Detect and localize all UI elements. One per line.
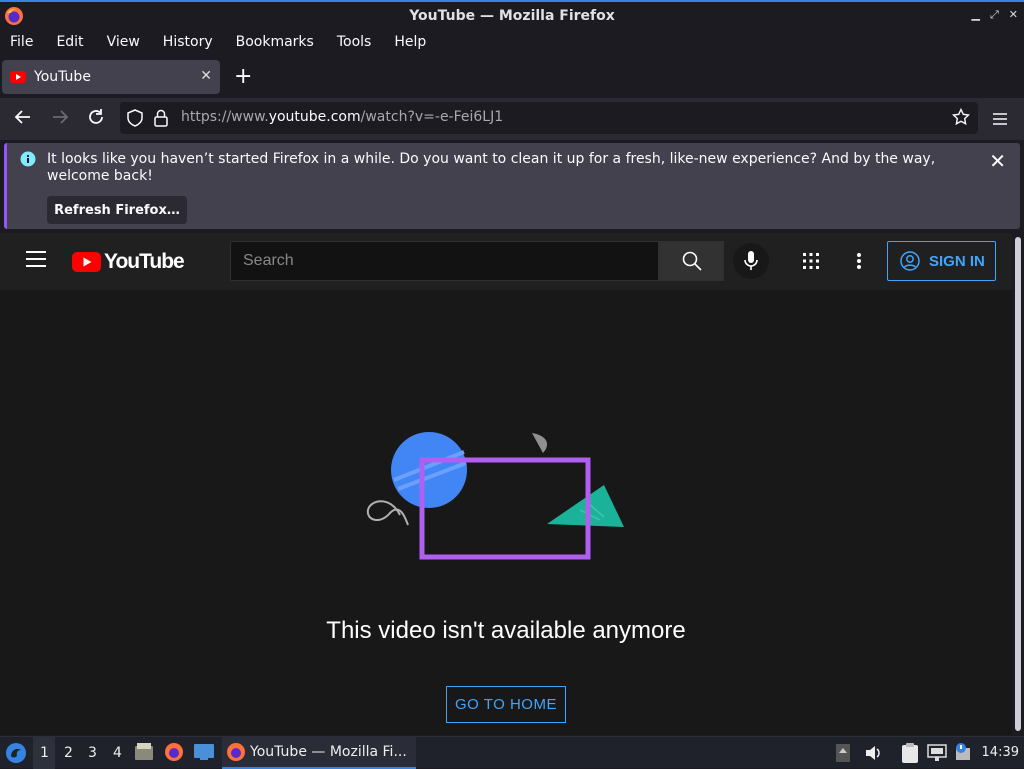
forward-button[interactable] bbox=[51, 108, 69, 131]
menu-edit[interactable]: Edit bbox=[56, 34, 83, 50]
tab-close-icon[interactable]: ✕ bbox=[200, 68, 212, 84]
menu-history[interactable]: History bbox=[163, 34, 213, 50]
url-prefix: https://www. bbox=[181, 109, 269, 125]
sign-in-label: SIGN IN bbox=[929, 252, 985, 270]
url-path: /watch?v=-e-Fei6LJ1 bbox=[360, 109, 504, 125]
search-button[interactable] bbox=[659, 241, 724, 281]
unavailable-message: This video isn't available anymore bbox=[326, 617, 686, 644]
search-icon bbox=[682, 251, 702, 271]
youtube-logo-icon bbox=[72, 252, 101, 272]
search-input[interactable] bbox=[231, 242, 658, 280]
desktop-icon[interactable] bbox=[193, 743, 215, 765]
microphone-icon bbox=[744, 251, 758, 270]
voice-search-button[interactable] bbox=[733, 243, 769, 279]
reload-button[interactable] bbox=[87, 108, 105, 131]
menu-tools[interactable]: Tools bbox=[337, 34, 372, 50]
account-icon bbox=[900, 251, 920, 271]
menu-bar: File Edit View History Bookmarks Tools H… bbox=[0, 30, 1024, 54]
youtube-favicon-icon bbox=[10, 68, 26, 87]
tab-strip: YouTube ✕ + bbox=[0, 56, 1024, 98]
go-to-home-button[interactable]: GO TO HOME bbox=[446, 686, 566, 723]
address-bar[interactable]: https://www.youtube.com/watch?v=-e-Fei6L… bbox=[120, 102, 978, 134]
file-manager-icon[interactable] bbox=[134, 742, 154, 766]
sign-in-button[interactable]: SIGN IN bbox=[887, 241, 996, 281]
firefox-launcher-icon[interactable] bbox=[164, 742, 184, 766]
lock-icon[interactable] bbox=[154, 109, 168, 131]
notification-message: It looks like you haven’t started Firefo… bbox=[47, 151, 936, 184]
workspace-3[interactable]: 3 bbox=[88, 745, 97, 761]
close-window-button[interactable]: ✕ bbox=[1009, 8, 1018, 22]
menu-bookmarks[interactable]: Bookmarks bbox=[236, 34, 314, 50]
update-notifier-icon[interactable] bbox=[953, 742, 973, 766]
info-icon bbox=[20, 151, 36, 171]
tab-youtube[interactable]: YouTube ✕ bbox=[2, 60, 220, 94]
start-menu-icon[interactable] bbox=[5, 742, 27, 768]
shield-icon[interactable] bbox=[127, 109, 143, 131]
app-menu-button[interactable] bbox=[992, 110, 1008, 131]
firefox-icon bbox=[4, 6, 24, 30]
network-icon[interactable] bbox=[927, 744, 947, 766]
clipboard-icon[interactable] bbox=[900, 742, 920, 768]
volume-icon[interactable] bbox=[864, 744, 882, 766]
refresh-firefox-button[interactable]: Refresh Firefox… bbox=[47, 196, 187, 224]
workspace-2[interactable]: 2 bbox=[64, 745, 73, 761]
window-title: YouTube — Mozilla Firefox bbox=[409, 8, 615, 24]
tray-scroll-icon[interactable] bbox=[835, 743, 851, 767]
new-tab-button[interactable]: + bbox=[234, 64, 252, 89]
url-text[interactable]: https://www.youtube.com/watch?v=-e-Fei6L… bbox=[181, 109, 503, 125]
clock: 14:39 bbox=[981, 745, 1019, 760]
guide-menu-icon[interactable] bbox=[26, 251, 46, 272]
menu-view[interactable]: View bbox=[107, 34, 140, 50]
more-options-icon[interactable] bbox=[856, 252, 862, 274]
taskbar-window-firefox[interactable]: YouTube — Mozilla Fi... bbox=[222, 737, 416, 769]
navigation-toolbar: https://www.youtube.com/watch?v=-e-Fei6L… bbox=[0, 98, 1024, 140]
youtube-header: YouTube SIGN IN bbox=[0, 233, 1012, 290]
workspace-4[interactable]: 4 bbox=[113, 745, 122, 761]
taskbar: 1 2 3 4 YouTube — Mozilla Fi... 14:39 bbox=[0, 736, 1024, 769]
workspace-1[interactable]: 1 bbox=[40, 745, 49, 761]
search-box bbox=[230, 241, 659, 281]
restore-button[interactable]: ⤢ bbox=[990, 8, 999, 22]
menu-file[interactable]: File bbox=[10, 34, 33, 50]
apps-grid-icon[interactable] bbox=[802, 252, 820, 274]
youtube-page: YouTube SIGN IN bbox=[0, 233, 1012, 735]
page-scrollbar[interactable] bbox=[1012, 233, 1024, 735]
youtube-logo-text: YouTube bbox=[104, 250, 185, 273]
unavailable-illustration bbox=[360, 425, 640, 579]
notification-bar: It looks like you haven’t started Firefo… bbox=[4, 143, 1020, 229]
taskbar-window-label: YouTube — Mozilla Fi... bbox=[250, 744, 407, 760]
url-host: youtube.com bbox=[268, 109, 361, 125]
tab-label: YouTube bbox=[34, 69, 91, 85]
firefox-window-icon bbox=[226, 742, 246, 762]
back-button[interactable] bbox=[14, 108, 32, 131]
close-notification-icon[interactable]: ✕ bbox=[989, 149, 1006, 173]
window-titlebar: YouTube — Mozilla Firefox ▁ ⤢ ✕ bbox=[0, 0, 1024, 30]
minimize-button[interactable]: ▁ bbox=[972, 8, 980, 22]
bookmark-star-icon[interactable] bbox=[951, 107, 971, 130]
youtube-logo[interactable]: YouTube bbox=[72, 250, 185, 274]
menu-help[interactable]: Help bbox=[394, 34, 426, 50]
